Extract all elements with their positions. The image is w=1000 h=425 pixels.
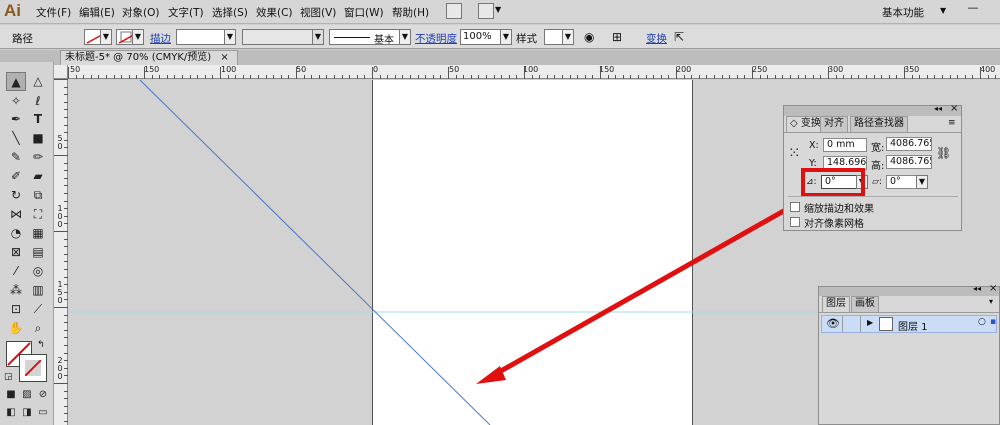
layers-menu-icon[interactable]: ▾ <box>989 297 993 306</box>
tab-artboards[interactable]: 画板 <box>851 296 879 312</box>
collapse-panel-icon[interactable]: ◂◂ <box>934 104 942 113</box>
collapse-layers-icon[interactable]: ◂◂ <box>973 284 981 293</box>
align-pixel-grid-checkbox[interactable] <box>790 217 800 227</box>
layers-panel-header[interactable]: ◂◂ × <box>819 283 999 296</box>
transform-panel-header[interactable]: ◂◂ × <box>784 103 961 116</box>
diagonal-path <box>139 79 491 425</box>
expand-layer-icon[interactable]: ▶ <box>867 318 873 327</box>
shear-dropdown[interactable]: ▼ <box>916 175 928 189</box>
height-field[interactable]: 4086.765 <box>886 155 932 169</box>
tab-align[interactable]: 对齐 <box>820 116 848 132</box>
align-pixel-grid-label: 对齐像素网格 <box>804 219 864 230</box>
target-icon[interactable]: ○ <box>978 317 986 327</box>
visibility-eye-icon[interactable]: 👁 <box>826 317 840 330</box>
scale-strokes-label: 缩放描边和效果 <box>804 204 874 215</box>
shear-icon: ▱: <box>872 177 882 187</box>
layers-panel: ◂◂ × 图层 画板 ▾ 👁 ▶ 图层 1 ○ ▪ <box>818 283 1000 425</box>
layer-name[interactable]: 图层 1 <box>898 318 928 333</box>
width-label: 宽: <box>871 143 885 154</box>
x-field[interactable]: 0 mm <box>823 138 867 152</box>
x-label: X: <box>809 140 819 151</box>
tab-pathfinder[interactable]: 路径查找器 <box>850 116 908 132</box>
reference-point-icon[interactable]: ⁙ <box>788 146 804 162</box>
rotate-highlight-box <box>801 168 865 197</box>
layer-thumbnail <box>879 317 893 331</box>
selection-indicator-icon[interactable]: ▪ <box>990 317 996 327</box>
height-label: 高: <box>871 161 885 172</box>
tab-layers[interactable]: 图层 <box>822 296 850 312</box>
annotation-arrow-shaft <box>490 197 805 379</box>
close-layers-icon[interactable]: × <box>989 283 997 294</box>
constrain-proportions-icon[interactable]: ⛓ <box>936 146 951 160</box>
scale-strokes-checkbox[interactable] <box>790 202 800 212</box>
panel-menu-icon[interactable]: ≡ <box>948 118 956 128</box>
width-field[interactable]: 4086.765 <box>886 137 932 151</box>
transform-panel: ◂◂ × ◇ 变换 对齐 路径查找器 ≡ ⁙ X: 0 mm 宽: 4086.7… <box>783 103 962 231</box>
close-panel-icon[interactable]: × <box>950 103 958 114</box>
layer-row[interactable]: 👁 ▶ 图层 1 ○ ▪ <box>821 315 997 333</box>
